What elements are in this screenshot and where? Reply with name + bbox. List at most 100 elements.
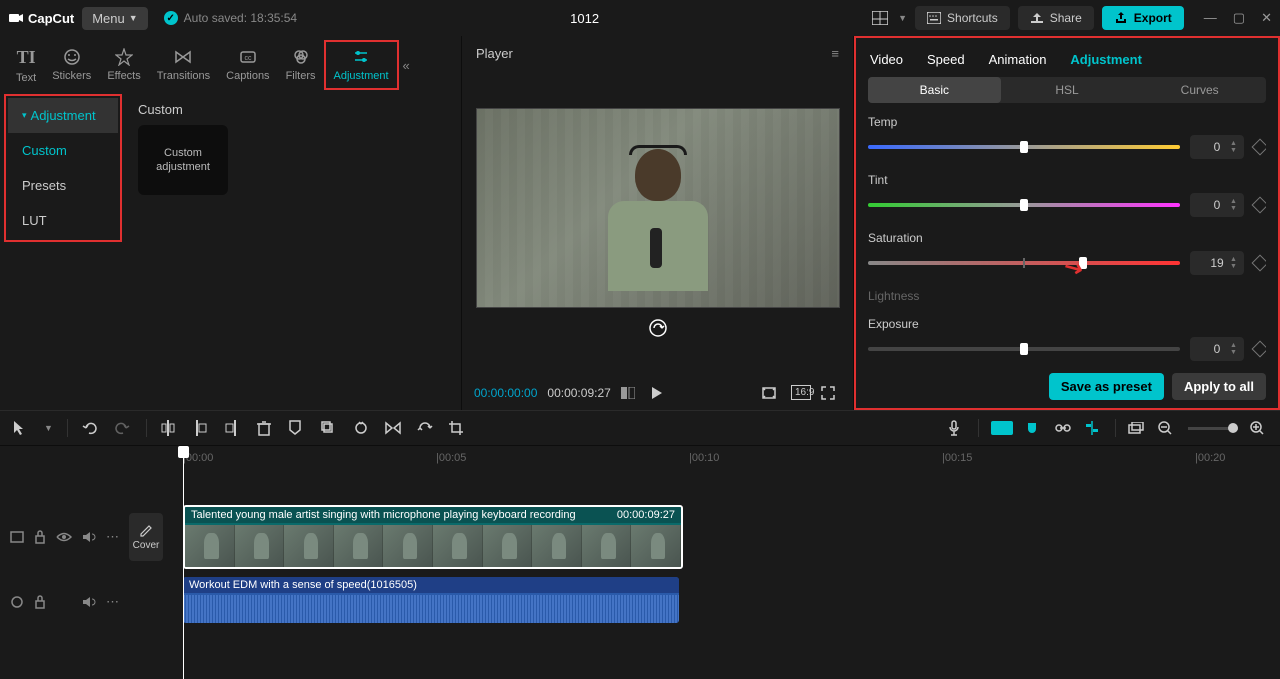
pointer-icon[interactable]	[12, 420, 30, 436]
crop2-icon[interactable]	[449, 421, 467, 435]
cover-button[interactable]: Cover	[129, 513, 163, 561]
audio-track[interactable]: Workout EDM with a sense of speed(101650…	[178, 572, 1280, 628]
audio-clip[interactable]: Workout EDM with a sense of speed(101650…	[183, 577, 679, 623]
video-clip[interactable]: Talented young male artist singing with …	[183, 505, 683, 569]
collapse-icon[interactable]: «	[403, 58, 410, 73]
ratio-badge[interactable]: 16:9	[791, 385, 811, 400]
sidebar: ▾Adjustment Custom Presets LUT	[0, 90, 126, 410]
tab-stickers[interactable]: Stickers	[44, 42, 99, 88]
play-icon[interactable]	[651, 386, 671, 400]
tab-captions[interactable]: ccCaptions	[218, 42, 277, 88]
shortcuts-button[interactable]: Shortcuts	[915, 6, 1010, 30]
video-track[interactable]: Talented young male artist singing with …	[178, 502, 1280, 572]
exposure-track[interactable]	[868, 347, 1180, 351]
exposure-value[interactable]: 0▲▼	[1190, 337, 1244, 361]
reverse-icon[interactable]	[353, 421, 371, 435]
temp-keyframe[interactable]	[1252, 139, 1266, 156]
adjustment-icon	[352, 48, 370, 66]
zoom-slider[interactable]	[1188, 427, 1238, 430]
export-icon	[1114, 12, 1128, 24]
tab-effects[interactable]: Effects	[99, 42, 148, 88]
zoom-in-icon[interactable]	[1250, 421, 1268, 435]
sidebar-item-lut[interactable]: LUT	[8, 203, 118, 238]
eye-icon[interactable]	[56, 532, 72, 542]
trim-left-icon[interactable]	[193, 420, 211, 436]
player-menu-icon[interactable]: ≡	[831, 46, 839, 61]
magnet-icon[interactable]	[1025, 421, 1043, 435]
more-icon[interactable]: ⋯	[106, 529, 119, 545]
close-icon[interactable]: ✕	[1261, 10, 1272, 26]
insp-tab-speed[interactable]: Speed	[927, 52, 965, 67]
redo-icon[interactable]	[114, 421, 132, 435]
align-icon[interactable]	[1085, 421, 1103, 435]
slider-temp: Temp 0▲▼	[868, 115, 1266, 159]
audio-toggle-icon[interactable]	[10, 596, 24, 608]
project-title: 1012	[305, 11, 864, 26]
playhead[interactable]	[183, 446, 184, 679]
saturation-keyframe[interactable]	[1252, 255, 1266, 272]
delete-icon[interactable]	[257, 420, 275, 436]
fullscreen-icon[interactable]	[821, 386, 841, 400]
sidebar-item-custom[interactable]: Custom	[8, 133, 118, 168]
tint-keyframe[interactable]	[1252, 197, 1266, 214]
apply-to-all-button[interactable]: Apply to all	[1172, 373, 1266, 400]
filters-icon	[292, 48, 310, 66]
mic-icon[interactable]	[948, 420, 966, 436]
mute-icon[interactable]	[82, 531, 96, 543]
lock-icon[interactable]	[34, 530, 46, 544]
split-icon[interactable]	[161, 420, 179, 436]
save-preset-button[interactable]: Save as preset	[1049, 373, 1164, 400]
minimize-icon[interactable]: —	[1204, 10, 1217, 26]
exposure-keyframe[interactable]	[1252, 341, 1266, 358]
pencil-icon	[139, 524, 153, 538]
sync-icon[interactable]	[648, 318, 668, 338]
time-ruler[interactable]: |00:00 |00:05 |00:10 |00:15 |00:20	[178, 446, 1280, 472]
more-icon[interactable]: ⋯	[106, 594, 119, 610]
autosave-status: ✓ Auto saved: 18:35:54	[164, 11, 297, 25]
zoom-out-icon[interactable]	[1158, 421, 1176, 435]
custom-adjustment-preset[interactable]: Custom adjustment	[138, 125, 228, 195]
mute-icon[interactable]	[82, 596, 96, 608]
subtab-basic[interactable]: Basic	[868, 77, 1001, 103]
subtab-hsl[interactable]: HSL	[1001, 77, 1134, 103]
scale-icon[interactable]	[761, 386, 781, 400]
video-preview[interactable]	[476, 108, 840, 308]
tab-filters[interactable]: Filters	[278, 42, 324, 88]
share-button[interactable]: Share	[1018, 6, 1094, 30]
insp-tab-adjustment[interactable]: Adjustment	[1070, 52, 1142, 67]
crop-icon[interactable]	[321, 421, 339, 435]
trim-right-icon[interactable]	[225, 420, 243, 436]
inspector-panel: Video Speed Animation Adjustment Basic H…	[854, 36, 1280, 410]
temp-value[interactable]: 0▲▼	[1190, 135, 1244, 159]
preview-icon[interactable]	[1128, 422, 1146, 434]
layout-icon[interactable]	[872, 11, 890, 25]
saturation-track[interactable]	[868, 261, 1180, 265]
insp-tab-animation[interactable]: Animation	[989, 52, 1047, 67]
subtab-curves[interactable]: Curves	[1133, 77, 1266, 103]
menu-button[interactable]: Menu ▼	[82, 7, 147, 30]
temp-track[interactable]	[868, 145, 1180, 149]
saturation-value[interactable]: 19▲▼	[1190, 251, 1244, 275]
compare-icon[interactable]	[621, 387, 641, 399]
tint-value[interactable]: 0▲▼	[1190, 193, 1244, 217]
lock-icon[interactable]	[34, 595, 46, 609]
export-button[interactable]: Export	[1102, 6, 1184, 30]
rotate-icon[interactable]	[417, 421, 435, 435]
track-toggle-icon[interactable]	[10, 531, 24, 543]
share-icon	[1030, 12, 1044, 24]
sidebar-item-presets[interactable]: Presets	[8, 168, 118, 203]
tint-track[interactable]	[868, 203, 1180, 207]
marker-icon[interactable]	[289, 420, 307, 436]
tab-transitions[interactable]: Transitions	[149, 42, 218, 88]
slider-exposure: Exposure 0▲▼	[868, 317, 1266, 361]
tool-tabs: TIText Stickers Effects Transitions ccCa…	[0, 36, 461, 90]
undo-icon[interactable]	[82, 421, 100, 435]
mirror-icon[interactable]	[385, 421, 403, 435]
insp-tab-video[interactable]: Video	[870, 52, 903, 67]
sidebar-header-adjustment[interactable]: ▾Adjustment	[8, 98, 118, 133]
tab-adjustment[interactable]: Adjustment	[324, 40, 399, 90]
maximize-icon[interactable]: ▢	[1233, 10, 1245, 26]
tab-text[interactable]: TIText	[8, 41, 44, 90]
snap-toggle[interactable]	[991, 421, 1013, 435]
link-icon[interactable]	[1055, 423, 1073, 433]
